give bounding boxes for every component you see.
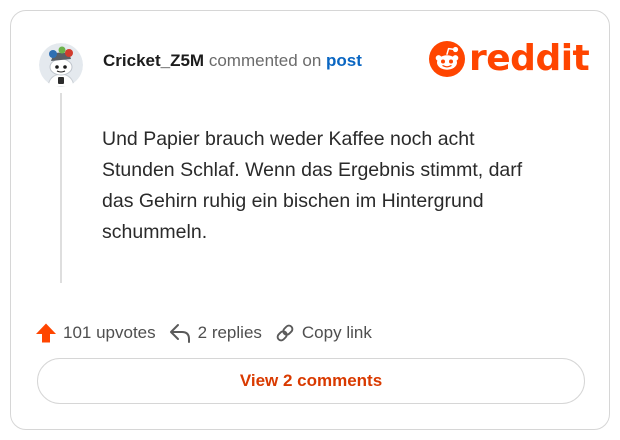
thread-line <box>60 93 62 283</box>
upvotes-count: 101 upvotes <box>63 323 156 342</box>
upvote-button[interactable]: 101 upvotes <box>35 322 156 344</box>
reply-arrow-icon <box>169 324 190 343</box>
comment-body: Und Papier brauch weder Kaffee noch acht… <box>102 128 523 243</box>
upvote-arrow-icon <box>36 323 56 343</box>
chain-link-icon <box>276 324 294 342</box>
snoo-avatar-icon <box>39 43 83 87</box>
view-comments-button[interactable]: View 2 comments <box>37 358 585 404</box>
action-bar: 101 upvotes 2 replies Copy link <box>35 320 372 346</box>
view-comments-label: View 2 comments <box>239 371 383 390</box>
user-avatar[interactable] <box>39 43 83 87</box>
commented-on-text: commented on <box>208 51 322 70</box>
comment-header: Cricket_Z5M commented on post <box>103 50 362 72</box>
replies-count: 2 replies <box>197 323 262 342</box>
post-link[interactable]: post <box>326 51 362 70</box>
snoo-logo-icon <box>429 41 465 77</box>
reddit-wordmark: reddit <box>469 38 590 79</box>
reddit-logo[interactable]: reddit <box>429 38 590 79</box>
reddit-comment-card: Cricket_Z5M commented on post reddit Und… <box>10 10 610 430</box>
username[interactable]: Cricket_Z5M <box>103 51 204 70</box>
replies-button[interactable]: 2 replies <box>168 322 262 344</box>
copy-link-label: Copy link <box>301 323 372 342</box>
copy-link-button[interactable]: Copy link <box>274 322 372 344</box>
